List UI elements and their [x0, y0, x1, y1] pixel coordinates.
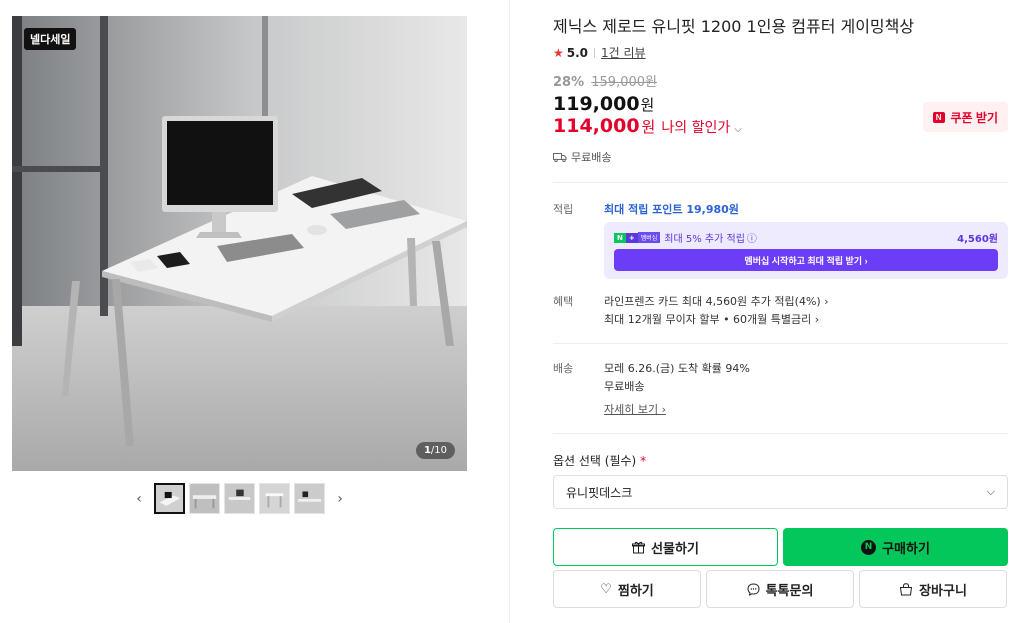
sale-price: 119,000	[553, 93, 640, 115]
gift-icon	[632, 541, 646, 553]
sale-badge: 넬다세일	[24, 28, 77, 50]
original-price: 159,000원	[591, 75, 657, 90]
thumbnail-3[interactable]	[224, 483, 255, 514]
option-select[interactable]: 유니핏데스크 ⌵	[553, 475, 1008, 509]
membership-text: 최대 5% 추가 적립	[664, 234, 745, 245]
thumbnail-4[interactable]	[259, 483, 290, 514]
shopping-bag-icon	[900, 582, 913, 595]
section-divider	[553, 182, 1008, 183]
main-product-image[interactable]: 넬다세일 1/10	[12, 16, 467, 471]
cart-label: 장바구니	[919, 583, 967, 599]
rating-separator	[594, 47, 596, 58]
info-icon[interactable]: ⓘ	[747, 230, 757, 245]
points-label: 적립	[553, 203, 574, 216]
section-divider	[553, 433, 1008, 434]
buy-label: 구매하기	[882, 541, 930, 557]
arrival-estimate: 모레 6.26.(금) 도착 확률 94%	[604, 362, 750, 375]
gift-label: 선물하기	[651, 541, 699, 557]
secondary-actions: ♡ 찜하기 톡톡문의 장바구니	[553, 570, 1008, 608]
wish-label: 찜하기	[617, 583, 654, 599]
chevron-down-icon[interactable]: ⌵	[734, 124, 742, 135]
delivery-section: 배송 모레 6.26.(금) 도착 확률 94% 무료배송 자세히 보기 ›	[553, 360, 1008, 419]
delivery-details-link[interactable]: 자세히 보기 ›	[604, 401, 1008, 419]
discount-percent: 28%	[553, 75, 585, 90]
primary-actions: 선물하기 N 구매하기	[553, 528, 1008, 566]
option-selected-value: 유니핏데스크	[566, 485, 633, 500]
thumbnail-5[interactable]	[294, 483, 325, 514]
review-count-link[interactable]: 1건 리뷰	[601, 44, 646, 61]
option-label-text: 옵션 선택 (필수)	[553, 454, 637, 468]
thumbnail-2[interactable]	[189, 483, 220, 514]
delivery-fee: 무료배송	[604, 380, 645, 393]
counter-current: 1	[423, 445, 431, 456]
thumbnail-strip: ‹ ›	[12, 483, 467, 514]
badge-membership: 멤버십	[637, 232, 661, 243]
badge-plus: +	[625, 232, 638, 243]
naver-n-icon: N	[932, 111, 945, 123]
my-discount-toggle[interactable]: 나의 할인가	[661, 117, 730, 137]
shipping-tag-row: 무료배송	[553, 149, 1008, 165]
thumbnail-next-icon[interactable]: ›	[329, 484, 351, 514]
installment-benefit-link[interactable]: 최대 12개월 무이자 할부 • 60개월 특별금리 ›	[604, 311, 1008, 329]
talk-label: 톡톡문의	[765, 583, 814, 599]
wish-button[interactable]: ♡ 찜하기	[553, 570, 701, 608]
badge-n: N	[614, 232, 626, 243]
chevron-down-icon: ⌵	[986, 485, 995, 498]
desk-photo	[12, 16, 467, 471]
column-divider	[509, 0, 510, 623]
option-section: 옵션 선택 (필수) * 유니핏데스크 ⌵	[553, 452, 1008, 509]
coupon-label: 쿠폰 받기	[950, 110, 999, 125]
thumbnail-1[interactable]	[154, 483, 185, 514]
my-price: 114,000	[553, 115, 640, 137]
gift-button[interactable]: 선물하기	[553, 528, 778, 566]
product-title: 제닉스 제로드 유니핏 1200 1인용 컴퓨터 게이밍책상	[553, 17, 915, 36]
rating-score: 5.0	[566, 45, 589, 60]
counter-total: /10	[430, 445, 447, 456]
membership-amount: 4,560원	[957, 234, 998, 245]
section-divider	[553, 343, 1008, 344]
sale-price-unit: 원	[640, 96, 655, 114]
heart-icon: ♡	[600, 581, 612, 597]
naver-pay-icon: N	[861, 539, 877, 555]
shipping-tag: 무료배송	[571, 151, 612, 164]
membership-box: N + 멤버십 최대 5% 추가 적립 ⓘ 4,560원 멤버십 시작하고 최대 적…	[604, 222, 1008, 279]
rating-row: ★ 5.0 1건 리뷰	[553, 44, 1008, 61]
thumbnail-prev-icon[interactable]: ‹	[128, 484, 150, 514]
chat-icon	[747, 582, 760, 596]
max-points-link[interactable]: 최대 적립 포인트 19,980원	[604, 201, 1008, 217]
coupon-button[interactable]: N 쿠폰 받기	[922, 102, 1008, 132]
discount-row: 28% 159,000원	[553, 71, 1008, 90]
product-info: 제닉스 제로드 유니핏 1200 1인용 컴퓨터 게이밍책상 ★ 5.0 1건 …	[553, 16, 1008, 608]
card-benefit-link[interactable]: 라인프렌즈 카드 최대 4,560원 추가 적립(4%) ›	[604, 293, 1008, 311]
buy-button[interactable]: N 구매하기	[783, 528, 1008, 566]
points-section: 적립 최대 적립 포인트 19,980원 N + 멤버십 최대 5% 추가 적립 ⓘ…	[553, 201, 1008, 279]
product-gallery: 넬다세일 1/10 ‹ ›	[12, 16, 467, 514]
required-mark: *	[640, 454, 647, 468]
my-price-unit: 원	[641, 118, 656, 136]
cart-button[interactable]: 장바구니	[859, 570, 1007, 608]
star-icon: ★	[553, 45, 564, 60]
option-label: 옵션 선택 (필수) *	[553, 452, 1008, 469]
benefits-section: 혜택 라인프렌즈 카드 최대 4,560원 추가 적립(4%) › 최대 12개…	[553, 293, 1008, 329]
membership-badge: N + 멤버십	[614, 232, 661, 243]
membership-start-button[interactable]: 멤버십 시작하고 최대 적립 받기 ›	[614, 249, 998, 271]
image-counter: 1/10	[415, 442, 455, 459]
benefits-label: 혜택	[553, 295, 574, 308]
truck-icon	[553, 153, 567, 162]
talk-button[interactable]: 톡톡문의	[706, 570, 854, 608]
max-points-text: 최대 적립 포인트 19,980원	[604, 203, 739, 216]
delivery-label: 배송	[553, 362, 574, 375]
